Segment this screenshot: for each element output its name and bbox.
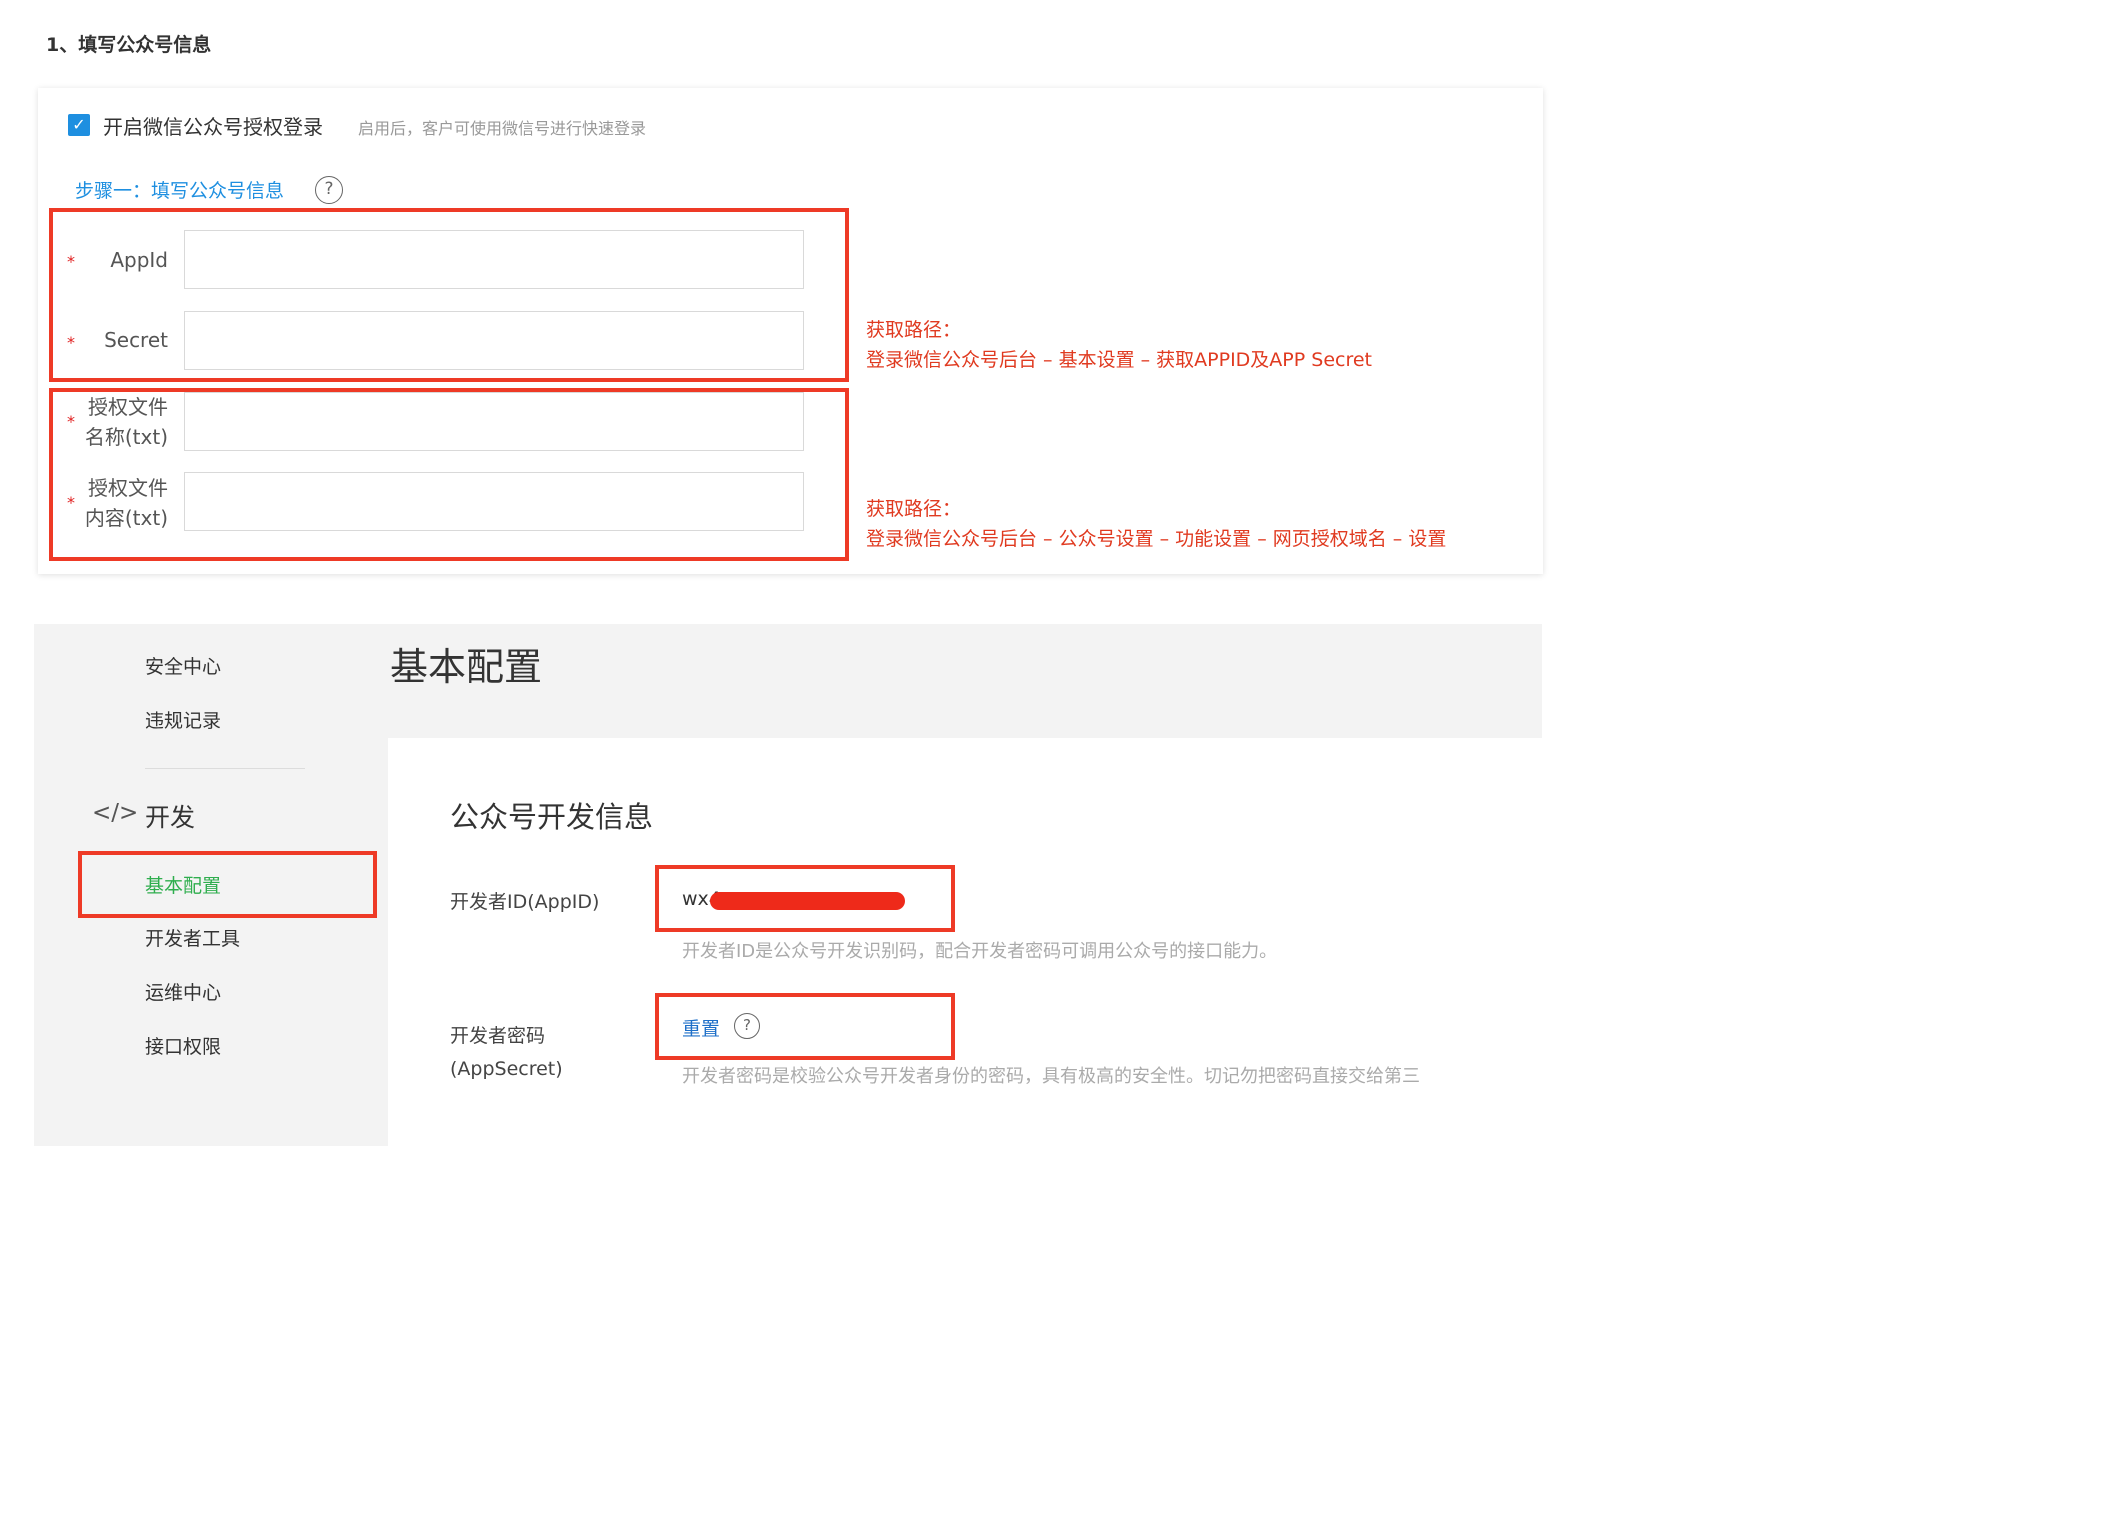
developer-id-label: 开发者ID(AppID) [450, 891, 600, 913]
code-icon: </> [92, 800, 139, 826]
enable-wechat-login-hint: 启用后，客户可使用微信号进行快速登录 [358, 119, 647, 138]
annotation-box-appid-secret [49, 208, 849, 382]
enable-wechat-login-checkbox[interactable]: ✓ [68, 114, 90, 136]
sidebar-item-api-permissions[interactable]: 接口权限 [145, 1032, 221, 1059]
annotation-box-auth-file [49, 388, 849, 561]
developer-secret-label-line2: (AppSecret) [450, 1058, 563, 1080]
question-circle-icon[interactable]: ? [315, 176, 343, 204]
developer-secret-label: 开发者密码 (AppSecret) [450, 1020, 563, 1086]
developer-secret-hint: 开发者密码是校验公众号开发者身份的密码，具有极高的安全性。切记勿把密码直接交给第… [682, 1066, 1420, 1087]
check-icon: ✓ [72, 115, 86, 134]
sidebar-divider [145, 768, 305, 769]
sidebar-group-development: 开发 [145, 803, 196, 832]
annotation-box-developer-id [655, 865, 955, 932]
card-title: 公众号开发信息 [450, 800, 654, 834]
path-note-appid: 获取路径： 登录微信公众号后台 – 基本设置 – 获取APPID及APP Sec… [866, 315, 1372, 375]
path-note-auth-file: 获取路径： 登录微信公众号后台 – 公众号设置 – 功能设置 – 网页授权域名 … [866, 494, 1446, 554]
sidebar-item-violation-records[interactable]: 违规记录 [145, 706, 221, 733]
sidebar-item-ops-center[interactable]: 运维中心 [145, 978, 221, 1005]
section-heading: 1、填写公众号信息 [46, 34, 212, 56]
sidebar-item-developer-tools[interactable]: 开发者工具 [145, 924, 240, 951]
path-note-title: 获取路径： [866, 319, 962, 341]
developer-id-hint: 开发者ID是公众号开发识别码，配合开发者密码可调用公众号的接口能力。 [682, 941, 1278, 962]
path-note-text: 登录微信公众号后台 – 公众号设置 – 功能设置 – 网页授权域名 – 设置 [866, 528, 1447, 550]
page-title: 基本配置 [390, 645, 543, 689]
enable-wechat-login-label[interactable]: 开启微信公众号授权登录 [103, 111, 323, 140]
path-note-text: 登录微信公众号后台 – 基本设置 – 获取APPID及APP Secret [866, 349, 1372, 371]
path-note-title: 获取路径： [866, 498, 962, 520]
annotation-box-developer-secret [655, 993, 955, 1060]
annotation-box-basic-config [78, 851, 377, 918]
step-one-title: 步骤一：填写公众号信息 [75, 180, 285, 202]
developer-secret-label-line1: 开发者密码 [450, 1025, 546, 1047]
sidebar-item-security-center[interactable]: 安全中心 [145, 652, 221, 679]
